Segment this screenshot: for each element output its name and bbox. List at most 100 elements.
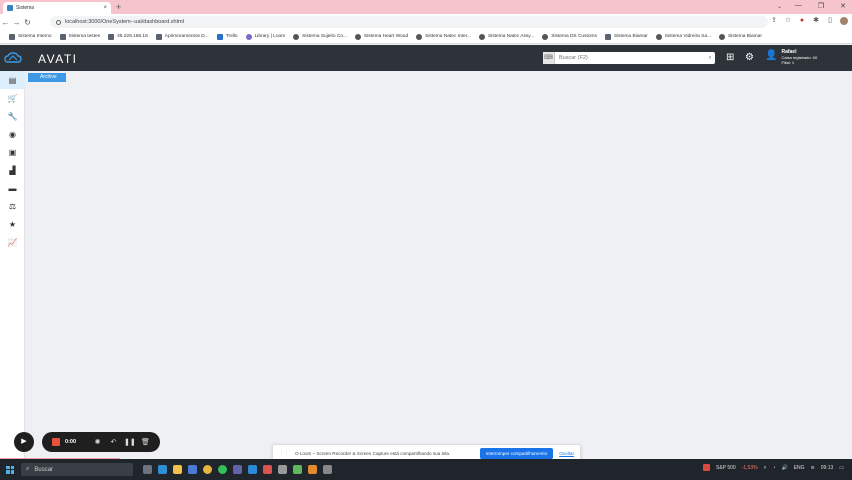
sidebar-item-production[interactable]: ▟ — [0, 161, 25, 179]
language-indicator[interactable]: ENG — [794, 465, 805, 471]
bookmark-item[interactable]: 45.229.168.18 — [104, 32, 152, 42]
bookmark-item[interactable]: Sistema Vidreira Sa... — [652, 32, 715, 42]
tab-search-icon[interactable]: ⌄ — [777, 3, 782, 10]
loom-extension-icon[interactable]: ● — [798, 17, 806, 25]
brand-name: AVATI — [38, 52, 78, 66]
search-icon[interactable]: ⌕ — [705, 55, 715, 62]
bookmark-item[interactable]: Sistema Interno — [5, 32, 56, 42]
sidebar-item-legal[interactable]: ⚖ — [0, 197, 25, 215]
bookmark-label: Sistema Heart Wood — [363, 34, 409, 39]
wrench-icon: 🔧 — [7, 111, 18, 121]
forward-button[interactable]: → — [11, 18, 22, 27]
bookmark-label: Sistema DS Customs — [551, 34, 597, 39]
edge-icon[interactable] — [158, 465, 167, 474]
chrome-icon[interactable] — [203, 465, 212, 474]
bookmark-item[interactable]: Trello — [213, 32, 242, 42]
close-tab-icon[interactable]: × — [103, 5, 107, 11]
grid-plus-icon[interactable]: ⊞ — [726, 52, 734, 64]
new-tab-button[interactable]: + — [116, 2, 121, 12]
delete-icon[interactable]: 🗑 — [140, 438, 151, 446]
coins-icon: ◉ — [9, 129, 16, 139]
sidebar-item-finance[interactable]: ◉ — [0, 125, 25, 143]
browser-tabstrip: Sistema × + ⌄ — ❐ ✕ — [0, 0, 852, 14]
browser-tab[interactable]: Sistema × — [3, 2, 111, 14]
info-icon[interactable] — [56, 19, 61, 25]
store-icon[interactable] — [188, 465, 197, 474]
windows-start-icon[interactable] — [6, 465, 14, 474]
notification-icon[interactable]: ▭ — [839, 465, 844, 471]
bookmark-label: Sistema Biamar — [613, 34, 648, 39]
search-input[interactable] — [555, 53, 705, 63]
bookmark-item[interactable]: Aprimoramentos D... — [152, 32, 213, 42]
bookmark-star-icon[interactable]: ☆ — [784, 17, 792, 25]
restart-icon[interactable]: ↶ — [108, 438, 119, 446]
folder-icon — [59, 33, 66, 40]
cloud-logo-icon — [4, 52, 22, 63]
bookmark-label: Sistema Sujeito Co... — [302, 34, 347, 39]
tray-chevron-icon[interactable]: ˄ — [764, 465, 767, 471]
hide-notice-link[interactable]: Ocultar — [559, 451, 574, 456]
maximize-button[interactable]: ❐ — [818, 2, 824, 10]
bookmark-item[interactable]: Sistema testes — [56, 32, 104, 42]
bookmark-item[interactable]: Sistema Biamar — [601, 32, 652, 42]
bookmark-item[interactable]: Sistema DS Customs — [538, 32, 601, 42]
stock-label[interactable]: S&P 500 — [716, 465, 736, 471]
app-icon[interactable] — [293, 465, 302, 474]
bookmark-item[interactable]: Sistema Biamar — [715, 32, 766, 42]
vscode-icon[interactable] — [248, 465, 257, 474]
app-icon[interactable] — [323, 465, 332, 474]
sidebar-item-logistics[interactable]: ▬ — [0, 179, 25, 197]
app-icon[interactable] — [263, 465, 272, 474]
back-button[interactable]: ← — [0, 18, 11, 27]
volume-icon[interactable]: 🔊 — [781, 465, 787, 471]
bookmark-item[interactable]: Sistema Natec Assy... — [475, 32, 538, 42]
stop-sharing-button[interactable]: Interromper compartilhamento — [479, 447, 554, 459]
search-scope-icon[interactable]: ⌨ — [543, 52, 555, 64]
bookmark-item[interactable]: Sistema Sujeito Co... — [289, 32, 351, 42]
explorer-icon[interactable] — [173, 465, 182, 474]
bookmark-item[interactable]: Sistema Natec Inter... — [412, 32, 475, 42]
app-icon[interactable] — [308, 465, 317, 474]
drag-handle-icon[interactable]: ⋮⋮ — [279, 450, 289, 456]
sidebar-item-sales[interactable]: 🛒 — [0, 89, 25, 107]
extensions-icon[interactable]: ✱ — [812, 17, 820, 25]
pause-icon[interactable]: ❚❚ — [124, 438, 136, 446]
teams-icon[interactable] — [233, 465, 242, 474]
taskbar-search[interactable]: ⌕ Buscar — [21, 463, 133, 476]
reload-button[interactable]: ↻ — [22, 18, 33, 27]
task-view-icon[interactable] — [143, 465, 152, 474]
app-icon[interactable] — [278, 465, 287, 474]
globe-icon — [479, 33, 485, 40]
share-icon[interactable]: ⇪ — [770, 17, 778, 25]
stock-icon — [703, 464, 711, 471]
stop-recording-button[interactable] — [52, 438, 60, 446]
bookmark-label: Library | Loom — [254, 34, 286, 39]
wifi-icon[interactable]: ≋ — [811, 465, 815, 471]
address-bar[interactable]: localhost:3000/OneSystem--uai/dashboard.… — [50, 16, 768, 28]
cash-icon: ▣ — [8, 147, 17, 157]
gear-icon[interactable]: ⚙ — [745, 52, 754, 64]
folder-icon — [9, 33, 15, 40]
sidebar-item-favorites[interactable]: ★ — [0, 215, 25, 233]
sidebar-item-cash[interactable]: ▣ — [0, 143, 25, 161]
profile-avatar[interactable] — [840, 17, 848, 25]
sidebar-item-tools[interactable]: 🔧 — [0, 107, 25, 125]
network-icon[interactable]: ◔ — [772, 465, 775, 471]
tab-title: Sistema — [16, 5, 35, 11]
sidebar-item-archive[interactable]: ▤ — [0, 71, 25, 89]
sidebar-item-reports[interactable]: 📈 — [0, 233, 25, 251]
globe-icon — [655, 33, 662, 40]
user-menu[interactable]: 👤 Rafael Caixa registrado: 00 Filial: 1 — [765, 50, 817, 66]
minimize-button[interactable]: — — [795, 2, 802, 10]
archive-icon: ▤ — [8, 75, 17, 85]
clock[interactable]: 09:13 — [821, 465, 834, 471]
close-window-button[interactable]: ✕ — [840, 2, 846, 10]
sidepanel-icon[interactable]: ▯ — [826, 17, 834, 25]
globe-icon — [542, 33, 549, 40]
bookmark-label: Sistema Natec Assy... — [488, 34, 535, 39]
bookmark-item[interactable]: Library | Loom — [242, 32, 290, 42]
whatsapp-icon[interactable] — [218, 465, 227, 474]
camera-toggle-button[interactable]: ▶ — [14, 432, 34, 452]
drawing-tool-icon[interactable]: ✺ — [92, 438, 103, 446]
bookmark-item[interactable]: Sistema Heart Wood — [351, 32, 412, 42]
